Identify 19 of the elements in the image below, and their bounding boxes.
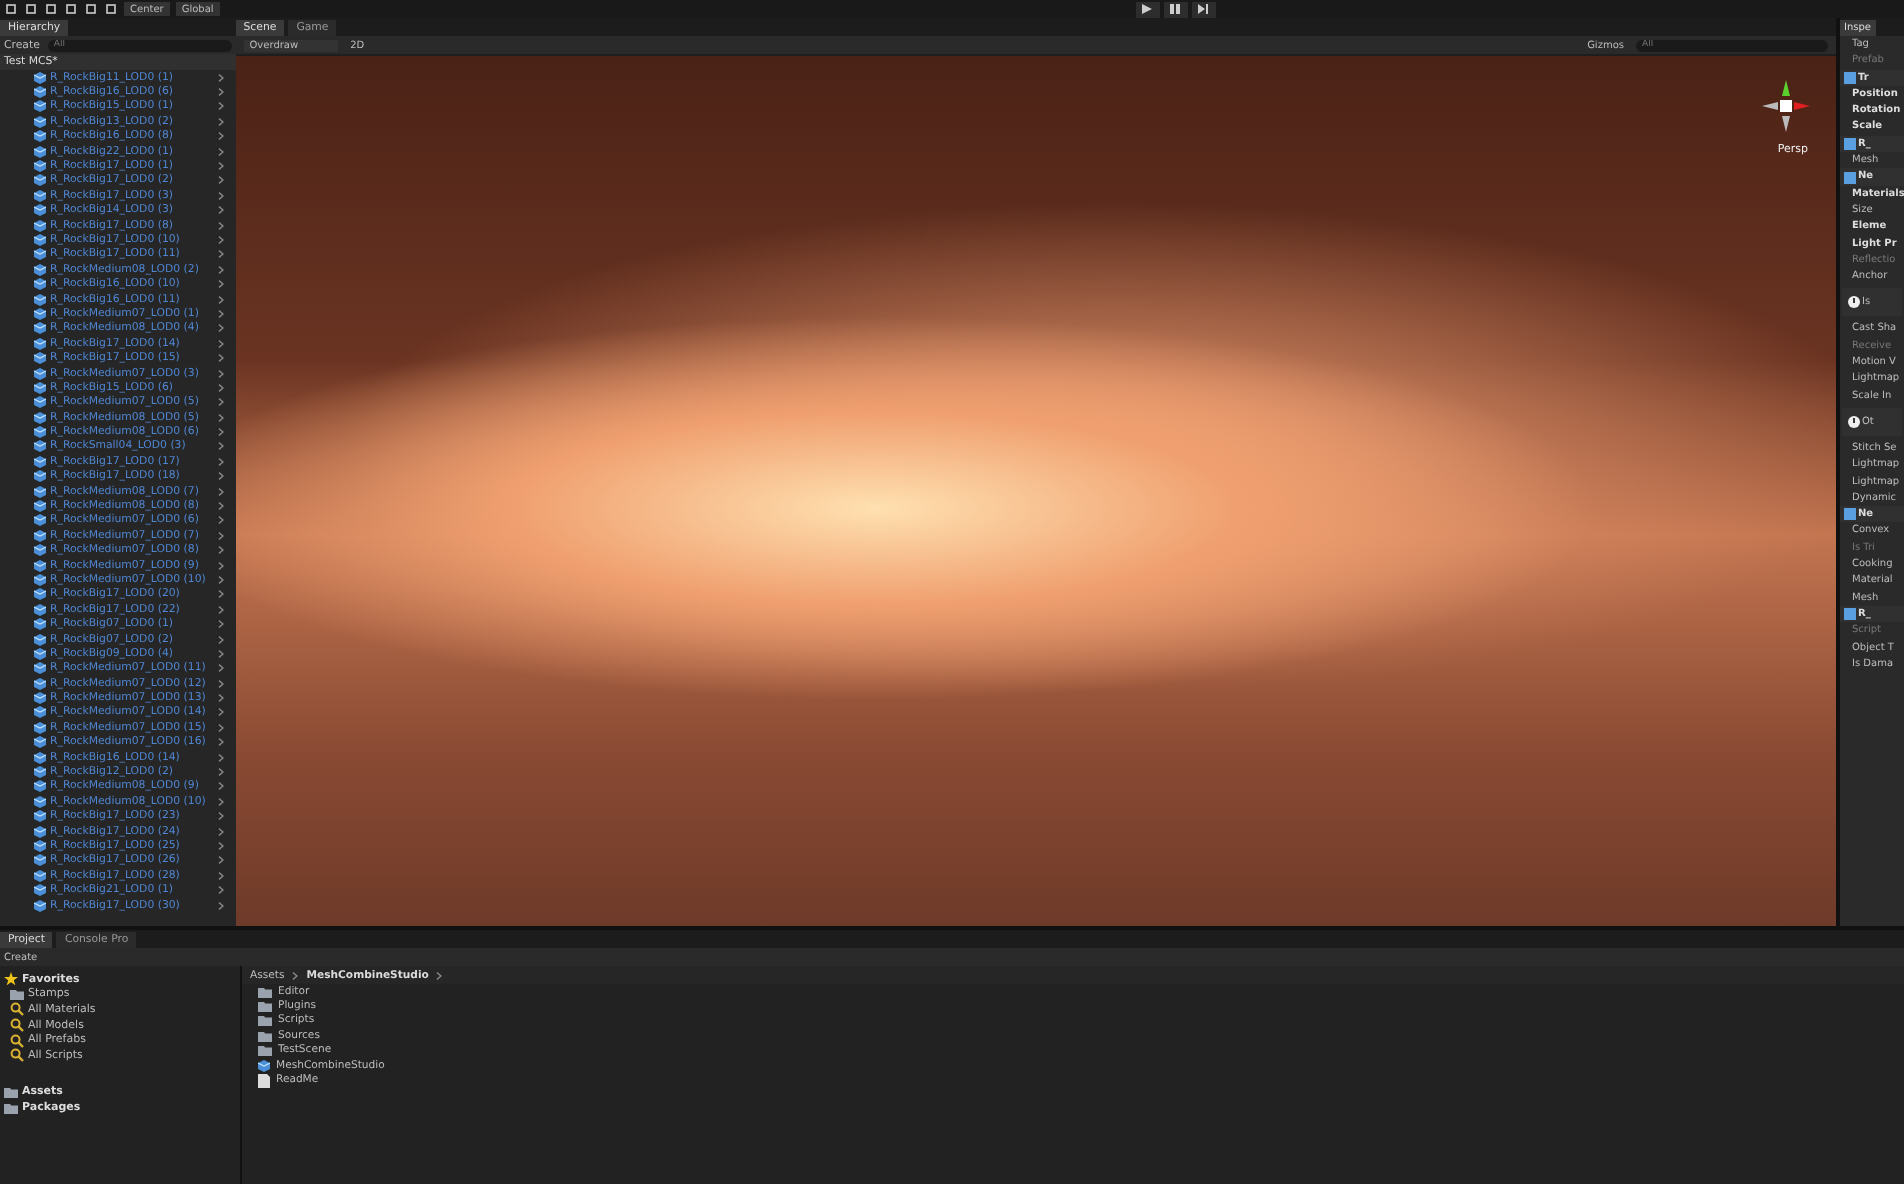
chevron-right-icon — [292, 971, 299, 979]
step-button[interactable] — [1191, 1, 1216, 17]
info-icon — [1848, 415, 1860, 428]
cube-icon — [258, 1059, 270, 1072]
play-button[interactable] — [1135, 1, 1160, 17]
step-icon — [1198, 4, 1209, 14]
document-icon — [258, 1073, 270, 1088]
pause-button[interactable] — [1163, 1, 1188, 17]
info-icon — [1848, 296, 1860, 309]
pause-icon — [1170, 4, 1181, 14]
play-icon — [1142, 4, 1153, 14]
component-icon — [1844, 71, 1856, 84]
folder-icon — [10, 988, 24, 1001]
star-icon — [4, 972, 18, 987]
component-icon — [1844, 508, 1856, 521]
component-icon — [1844, 171, 1856, 184]
component-icon — [1844, 608, 1856, 621]
chevron-right-icon — [436, 971, 443, 979]
component-icon — [1844, 137, 1856, 150]
